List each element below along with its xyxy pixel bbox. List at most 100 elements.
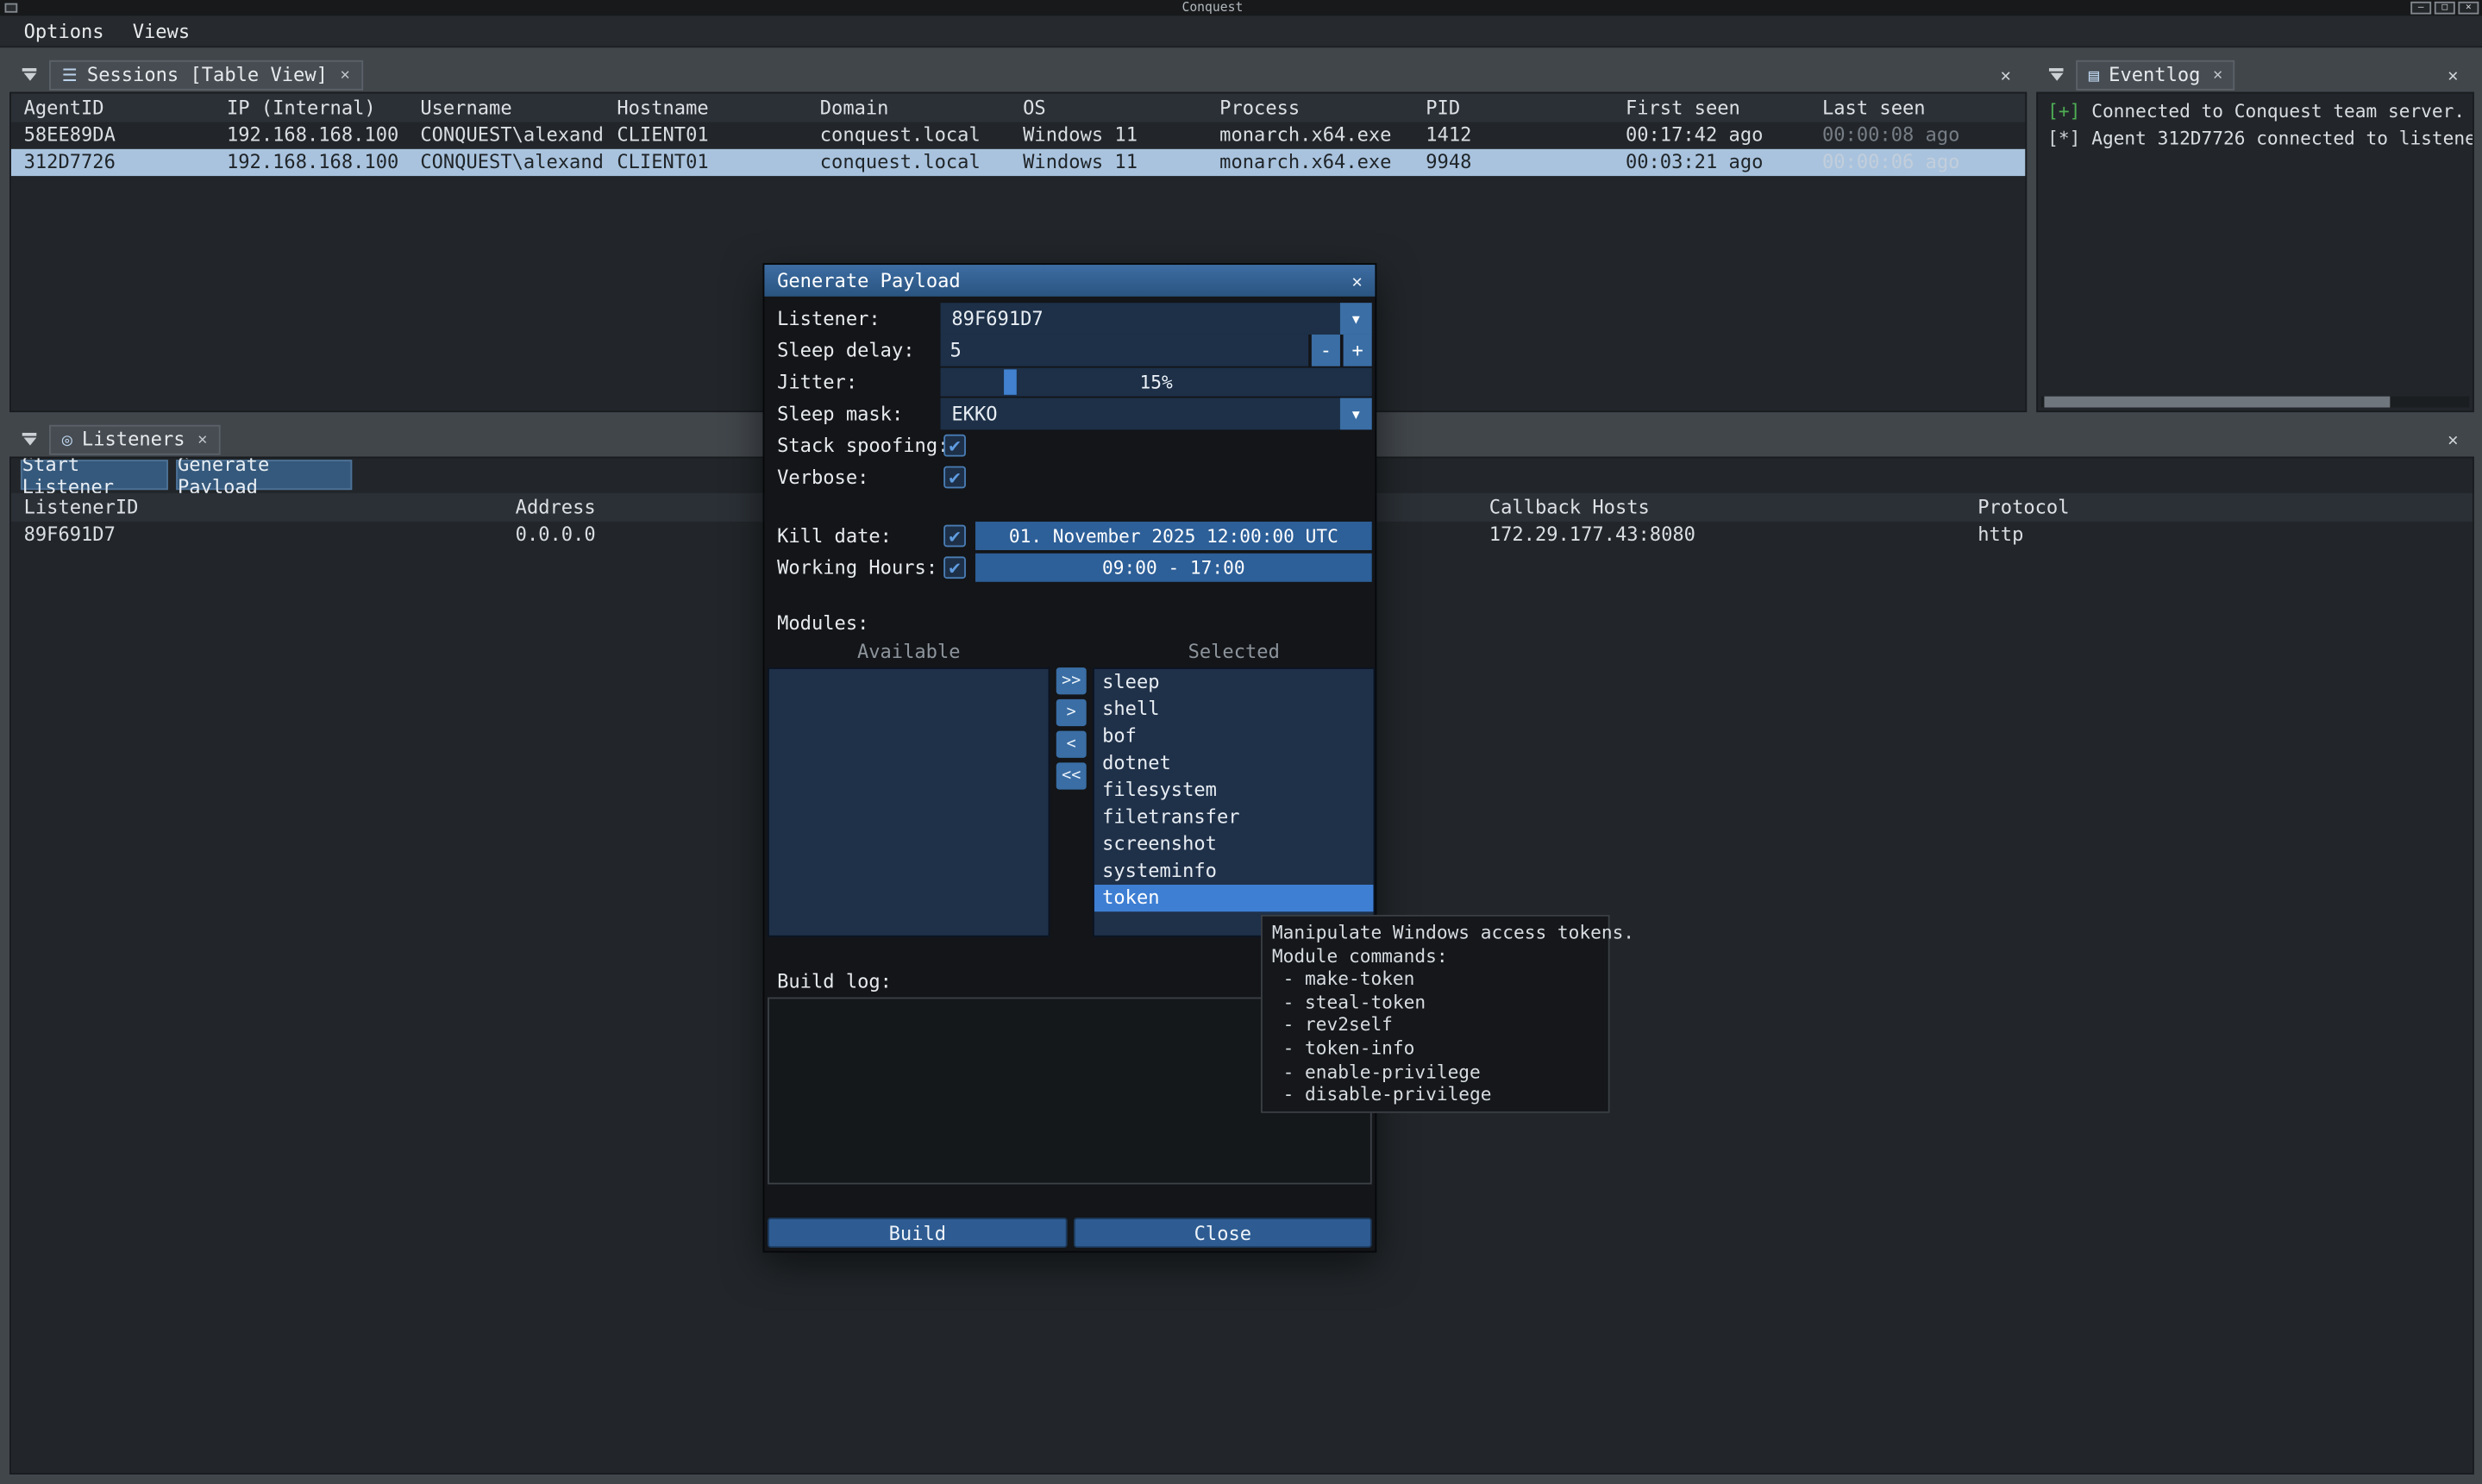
chevron-down-icon[interactable]: ▼ xyxy=(1340,398,1372,430)
log-prefix: [+] xyxy=(2047,100,2080,122)
log-text: Connected to Conquest team server. xyxy=(2091,100,2465,122)
module-item[interactable]: sleep xyxy=(1094,669,1374,696)
column-header[interactable]: Username xyxy=(408,94,605,121)
cell: monarch.x64.exe xyxy=(1207,122,1413,149)
eventlog-line: [+] Connected to Conquest team server. xyxy=(2047,98,2463,125)
dialog-titlebar[interactable]: Generate Payload ✕ xyxy=(764,265,1375,297)
column-header[interactable]: First seen xyxy=(1613,94,1809,121)
scrollbar-thumb[interactable] xyxy=(2044,397,2390,408)
panel-close-icon[interactable]: ✕ xyxy=(1991,64,2021,85)
window-controls: — □ ✕ xyxy=(2408,2,2479,15)
tab-close-icon[interactable]: ✕ xyxy=(197,430,207,448)
eventlog-body: [+] Connected to Conquest team server. [*… xyxy=(2036,92,2474,412)
move-all-left-button[interactable]: << xyxy=(1056,762,1087,789)
eventlog-panel: ▤ Eventlog ✕ ✕ [+] Connected to Conquest … xyxy=(2036,57,2474,412)
dialog-close-button[interactable]: Close xyxy=(1074,1218,1372,1248)
tooltip-line: Manipulate Windows access tokens. xyxy=(1272,921,1599,944)
horizontal-scrollbar[interactable] xyxy=(2041,397,2470,408)
sleep-mask-select[interactable]: EKKO ▼ xyxy=(941,398,1372,430)
eventlog-panel-header: ▤ Eventlog ✕ ✕ xyxy=(2036,57,2474,91)
tab-sessions[interactable]: ☰ Sessions [Table View] ✕ xyxy=(49,59,362,90)
cell: conquest.local xyxy=(807,122,1010,149)
dialog-close-icon[interactable]: ✕ xyxy=(1352,270,1363,291)
module-item[interactable]: systeminfo xyxy=(1094,858,1374,885)
eventlog-icon: ▤ xyxy=(2089,64,2099,85)
cell: 172.29.177.43:8080 xyxy=(1476,522,1965,548)
check-icon: ✔ xyxy=(949,526,960,545)
window-icon xyxy=(5,3,18,13)
increment-button[interactable]: + xyxy=(1344,335,1372,366)
sleep-delay-input[interactable]: 5 xyxy=(941,335,1309,366)
maximize-icon[interactable]: □ xyxy=(2435,2,2455,15)
cell: 58EE89DA xyxy=(11,122,214,149)
minimize-icon[interactable]: — xyxy=(2410,2,2431,15)
jitter-value: 15% xyxy=(941,368,1372,397)
module-item[interactable]: dotnet xyxy=(1094,750,1374,777)
tab-close-icon[interactable]: ✕ xyxy=(2213,66,2222,83)
selected-modules-list[interactable]: sleep shell bof dotnet filesystem filetr… xyxy=(1093,667,1375,937)
cell: 192.168.168.100 xyxy=(214,122,407,149)
cell: CONQUEST\alexander xyxy=(408,122,605,149)
stack-spoofing-checkbox[interactable]: ✔ xyxy=(943,435,966,457)
working-hours-input[interactable]: 09:00 - 17:00 xyxy=(975,554,1372,582)
module-item[interactable]: screenshot xyxy=(1094,830,1374,857)
column-header[interactable]: Domain xyxy=(807,94,1010,121)
start-listener-button[interactable]: Start Listener xyxy=(21,460,168,490)
column-header[interactable]: OS xyxy=(1010,94,1207,121)
dialog-title: Generate Payload xyxy=(777,270,961,292)
tooltip-line: - steal-token xyxy=(1272,991,1599,1014)
cell: 9948 xyxy=(1413,149,1614,176)
module-item[interactable]: shell xyxy=(1094,696,1374,723)
move-right-button[interactable]: > xyxy=(1056,699,1087,726)
generate-payload-button[interactable]: Generate Payload xyxy=(176,460,352,490)
tab-eventlog[interactable]: ▤ Eventlog ✕ xyxy=(2076,59,2235,90)
close-icon[interactable]: ✕ xyxy=(2458,2,2479,15)
dock-menu-icon[interactable] xyxy=(22,68,37,81)
column-header[interactable]: Last seen xyxy=(1809,94,2025,121)
kill-date-input[interactable]: 01. November 2025 12:00:00 UTC xyxy=(975,522,1372,550)
column-header[interactable]: IP (Internal) xyxy=(214,94,407,121)
column-header[interactable]: ListenerID xyxy=(11,494,503,521)
panel-close-icon[interactable]: ✕ xyxy=(2438,64,2467,85)
menu-views[interactable]: Views xyxy=(118,15,204,47)
column-header[interactable]: Callback Hosts xyxy=(1476,494,1965,521)
module-item[interactable]: filetransfer xyxy=(1094,804,1374,830)
verbose-checkbox[interactable]: ✔ xyxy=(943,466,966,489)
selected-header: Selected xyxy=(1093,642,1375,663)
build-button[interactable]: Build xyxy=(768,1218,1068,1248)
kill-date-label: Kill date: xyxy=(764,525,892,548)
module-item-selected[interactable]: token xyxy=(1094,885,1374,911)
cell: conquest.local xyxy=(807,149,1010,176)
move-all-right-button[interactable]: >> xyxy=(1056,667,1087,694)
column-header[interactable]: Hostname xyxy=(605,94,807,121)
tab-listeners[interactable]: ◎ Listeners ✕ xyxy=(49,424,220,454)
tab-close-icon[interactable]: ✕ xyxy=(341,66,350,83)
working-hours-checkbox[interactable]: ✔ xyxy=(943,556,966,579)
cell: Windows 11 xyxy=(1010,149,1207,176)
tooltip-line: - token-info xyxy=(1272,1036,1599,1060)
module-item[interactable]: bof xyxy=(1094,723,1374,749)
column-header[interactable]: Process xyxy=(1207,94,1413,121)
column-header[interactable]: AgentID xyxy=(11,94,214,121)
cell: CONQUEST\alexander xyxy=(408,149,605,176)
panel-close-icon[interactable]: ✕ xyxy=(2438,429,2467,449)
module-tooltip: Manipulate Windows access tokens. Module… xyxy=(1261,915,1610,1112)
kill-date-checkbox[interactable]: ✔ xyxy=(943,525,966,548)
module-item[interactable]: filesystem xyxy=(1094,777,1374,804)
session-row[interactable]: 58EE89DA 192.168.168.100 CONQUEST\alexan… xyxy=(11,122,2026,149)
listener-select[interactable]: 89F691D7 ▼ xyxy=(941,303,1372,335)
column-header[interactable]: Protocol xyxy=(1965,494,2472,521)
cell: 00:00:08 ago xyxy=(1809,122,2025,149)
available-modules-list[interactable] xyxy=(768,667,1050,937)
log-prefix: [*] xyxy=(2047,127,2080,149)
move-left-button[interactable]: < xyxy=(1056,731,1087,758)
decrement-button[interactable]: - xyxy=(1312,335,1340,366)
column-header[interactable]: PID xyxy=(1413,94,1614,121)
menu-options[interactable]: Options xyxy=(9,15,118,47)
sessions-header-row: AgentID IP (Internal) Username Hostname … xyxy=(11,93,2026,122)
session-row-selected[interactable]: 312D7726 192.168.168.100 CONQUEST\alexan… xyxy=(11,149,2026,176)
jitter-slider[interactable]: 15% xyxy=(941,368,1372,397)
dock-menu-icon[interactable] xyxy=(2049,68,2064,81)
dock-menu-icon[interactable] xyxy=(22,433,37,446)
chevron-down-icon[interactable]: ▼ xyxy=(1340,303,1372,335)
